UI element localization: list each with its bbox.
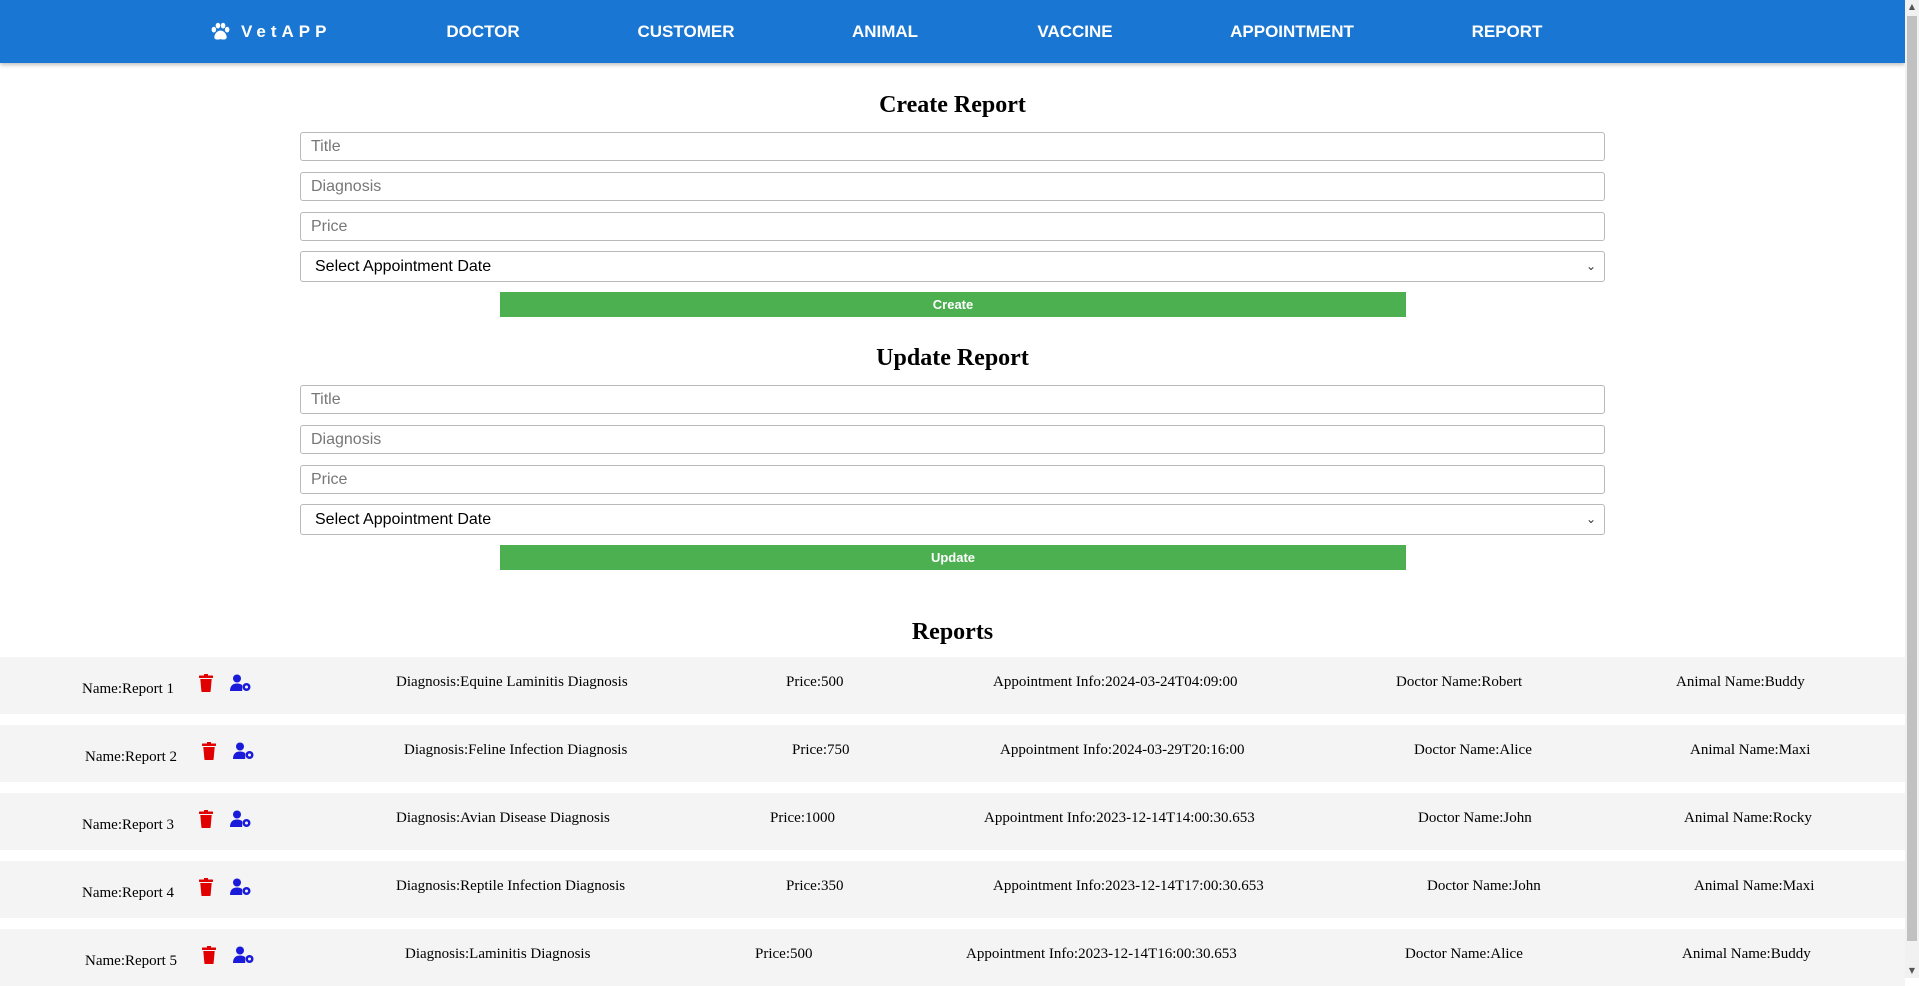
- report-row: Name:Report 1 Diagnosis:Equine Laminitis…: [0, 657, 1905, 714]
- report-name: Name:Report 3: [82, 817, 175, 833]
- report-row: Name:Report 2 Diagnosis:Feline Infection…: [0, 725, 1905, 782]
- page-scrollbar[interactable]: ▲ ▼: [1905, 0, 1919, 978]
- trash-icon[interactable]: [198, 810, 214, 833]
- update-diagnosis-input[interactable]: [300, 425, 1605, 454]
- nav-appointment[interactable]: APPOINTMENT: [1230, 0, 1354, 63]
- scroll-up-arrow-icon[interactable]: ▲: [1905, 0, 1919, 14]
- user-gear-icon[interactable]: [230, 878, 252, 901]
- trash-icon[interactable]: [201, 946, 217, 969]
- report-price: Price:350: [786, 878, 844, 894]
- report-price: Price:500: [755, 946, 813, 962]
- create-diagnosis-input[interactable]: [300, 172, 1605, 201]
- nav-vaccine[interactable]: VACCINE: [1037, 0, 1112, 63]
- chevron-down-icon: ⌄: [1585, 259, 1596, 273]
- report-appointment: Appointment Info:2023-12-14T16:00:30.653: [966, 946, 1237, 962]
- create-appointment-select-value: Select Appointment Date: [315, 258, 492, 275]
- trash-icon[interactable]: [198, 878, 214, 901]
- report-diagnosis: Diagnosis:Feline Infection Diagnosis: [404, 742, 628, 758]
- create-appointment-select[interactable]: Select Appointment Date ⌄: [300, 251, 1605, 282]
- report-doctor: Doctor Name:Robert: [1396, 674, 1523, 690]
- update-button[interactable]: Update: [500, 545, 1406, 570]
- trash-icon[interactable]: [198, 674, 214, 697]
- report-row: Name:Report 5 Diagnosis:Laminitis Diagno…: [0, 929, 1905, 986]
- report-price: Price:1000: [770, 810, 835, 826]
- update-price-input[interactable]: [300, 465, 1605, 494]
- update-appointment-select[interactable]: Select Appointment Date ⌄: [300, 504, 1605, 535]
- navbar: VetAPP DOCTOR CUSTOMER ANIMAL VACCINE AP…: [0, 0, 1905, 63]
- trash-icon[interactable]: [201, 742, 217, 765]
- create-title-input[interactable]: [300, 132, 1605, 161]
- report-price: Price:750: [792, 742, 850, 758]
- user-gear-icon[interactable]: [233, 946, 255, 969]
- update-report-title: Update Report: [876, 345, 1029, 371]
- report-doctor: Doctor Name:Alice: [1405, 946, 1523, 962]
- report-appointment: Appointment Info:2023-12-14T17:00:30.653: [993, 878, 1264, 894]
- nav-animal[interactable]: ANIMAL: [852, 0, 918, 63]
- report-doctor: Doctor Name:Alice: [1414, 742, 1532, 758]
- nav-report[interactable]: REPORT: [1472, 0, 1543, 63]
- report-animal: Animal Name:Maxi: [1694, 878, 1815, 894]
- report-diagnosis: Diagnosis:Avian Disease Diagnosis: [396, 810, 610, 826]
- update-title-input[interactable]: [300, 385, 1605, 414]
- nav-doctor[interactable]: DOCTOR: [446, 0, 519, 63]
- report-appointment: Appointment Info:2024-03-24T04:09:00: [993, 674, 1238, 690]
- report-row: Name:Report 3 Diagnosis:Avian Disease Di…: [0, 793, 1905, 850]
- report-appointment: Appointment Info:2023-12-14T14:00:30.653: [984, 810, 1255, 826]
- report-name: Name:Report 5: [85, 953, 178, 969]
- report-name: Name:Report 4: [82, 885, 175, 901]
- nav-customer[interactable]: CUSTOMER: [638, 0, 735, 63]
- report-diagnosis: Diagnosis:Reptile Infection Diagnosis: [396, 878, 626, 894]
- chevron-down-icon: ⌄: [1585, 512, 1596, 526]
- report-diagnosis: Diagnosis:Equine Laminitis Diagnosis: [396, 674, 628, 690]
- create-price-input[interactable]: [300, 212, 1605, 241]
- update-appointment-select-value: Select Appointment Date: [315, 511, 492, 528]
- reports-title: Reports: [911, 619, 994, 645]
- report-name: Name:Report 2: [85, 749, 178, 765]
- report-animal: Animal Name:Maxi: [1690, 742, 1811, 758]
- create-report-title: Create Report: [879, 92, 1026, 118]
- create-button[interactable]: Create: [500, 292, 1406, 317]
- brand-name: VetAPP: [241, 21, 332, 41]
- report-row: Name:Report 4 Diagnosis:Reptile Infectio…: [0, 861, 1905, 918]
- report-appointment: Appointment Info:2024-03-29T20:16:00: [1000, 742, 1245, 758]
- scroll-down-arrow-icon[interactable]: ▼: [1905, 964, 1919, 978]
- brand[interactable]: VetAPP: [210, 0, 331, 63]
- user-gear-icon[interactable]: [233, 742, 255, 765]
- user-gear-icon[interactable]: [230, 674, 252, 697]
- report-name: Name:Report 1: [82, 681, 175, 697]
- scrollbar-thumb[interactable]: [1907, 16, 1917, 941]
- report-animal: Animal Name:Rocky: [1684, 810, 1812, 826]
- report-doctor: Doctor Name:John: [1418, 810, 1532, 826]
- report-animal: Animal Name:Buddy: [1682, 946, 1811, 962]
- report-diagnosis: Diagnosis:Laminitis Diagnosis: [405, 946, 591, 962]
- paw-icon: [211, 22, 230, 40]
- report-doctor: Doctor Name:John: [1427, 878, 1541, 894]
- report-animal: Animal Name:Buddy: [1676, 674, 1805, 690]
- report-price: Price:500: [786, 674, 844, 690]
- user-gear-icon[interactable]: [230, 810, 252, 833]
